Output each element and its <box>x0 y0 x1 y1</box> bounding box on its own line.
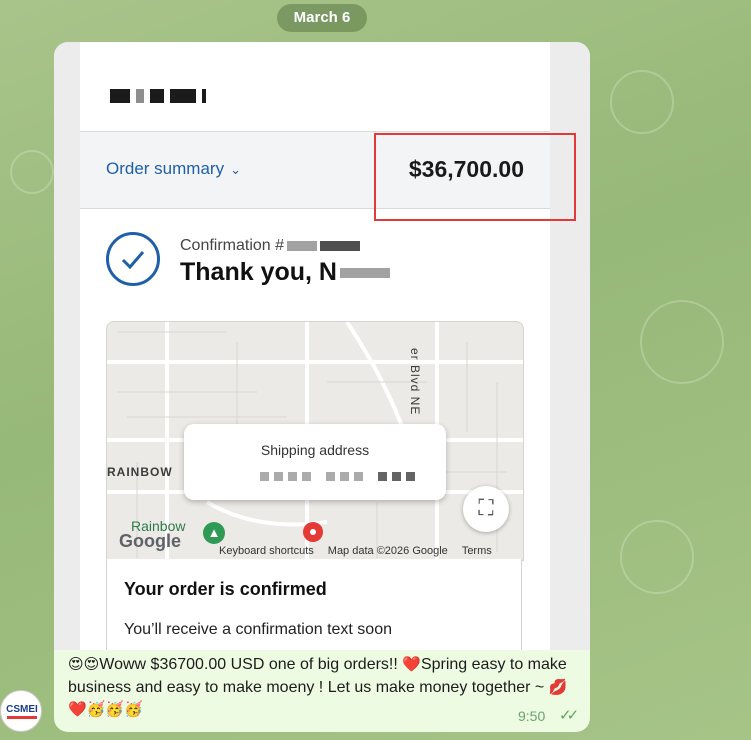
fullscreen-icon[interactable]: ⛶ <box>463 486 509 532</box>
map-data-text: Map data ©2026 Google <box>327 545 448 557</box>
date-pill: March 6 <box>277 4 367 32</box>
message-bubble[interactable]: Order summary ⌄ $36,700.00 Confirmation #… <box>54 42 590 732</box>
check-circle-icon <box>106 232 160 286</box>
wallpaper-doodle <box>640 300 724 384</box>
sender-avatar[interactable]: CSMEI <box>0 690 42 732</box>
google-logo: Google <box>119 531 181 551</box>
emoji-lead: 😍😍 <box>68 656 100 673</box>
chevron-down-icon: ⌄ <box>230 162 241 177</box>
confirmation-number: Confirmation # <box>180 237 361 255</box>
order-confirmed-subtext: You’ll receive a confirmation text soon <box>124 621 392 638</box>
message-text: 😍😍Woww $36700.00 USD one of big orders!!… <box>68 654 578 722</box>
price-highlight-box <box>374 133 576 221</box>
map-view[interactable]: RAINBOW er Blvd NE Shipping address Rain… <box>106 321 524 561</box>
thank-you-heading: Thank you, N <box>180 258 390 287</box>
avatar-text: CSMEI <box>6 704 38 715</box>
map-attribution: Keyboard shortcuts Map data ©2026 Google… <box>219 545 492 557</box>
wallpaper-doodle <box>610 70 674 134</box>
shipping-address-card[interactable]: Shipping address <box>184 424 446 500</box>
order-confirmed-box: Your order is confirmed You’ll receive a… <box>106 559 522 650</box>
wallpaper-doodle <box>10 150 54 194</box>
location-pin-icon <box>303 522 323 542</box>
keyboard-shortcuts-link[interactable]: Keyboard shortcuts <box>219 545 314 557</box>
order-confirmed-title: Your order is confirmed <box>124 579 327 599</box>
street-label-blvd: er Blvd NE <box>408 348 422 416</box>
street-label-rainbow: RAINBOW <box>107 465 173 479</box>
terms-link[interactable]: Terms <box>462 545 492 557</box>
order-summary-label: Order summary <box>106 159 225 178</box>
message-time: 9:50 <box>518 708 546 724</box>
wallpaper-doodle <box>620 520 694 594</box>
double-check-icon: ✓✓ <box>559 707 579 724</box>
park-tree-icon: ▲ <box>203 522 225 544</box>
message-text-part1: Woww $36700.00 USD one of big orders!! <box>99 656 403 673</box>
attached-screenshot[interactable]: Order summary ⌄ $36,700.00 Confirmation #… <box>54 42 590 650</box>
redacted-address <box>260 472 415 481</box>
shipping-address-title: Shipping address <box>260 442 370 458</box>
emoji-heart: ❤️ <box>402 656 421 673</box>
confirmation-label: Confirmation # <box>180 237 285 254</box>
thank-you-text: Thank you, N <box>180 258 337 286</box>
order-summary-toggle[interactable]: Order summary ⌄ <box>106 159 241 179</box>
redacted-header <box>110 88 206 104</box>
